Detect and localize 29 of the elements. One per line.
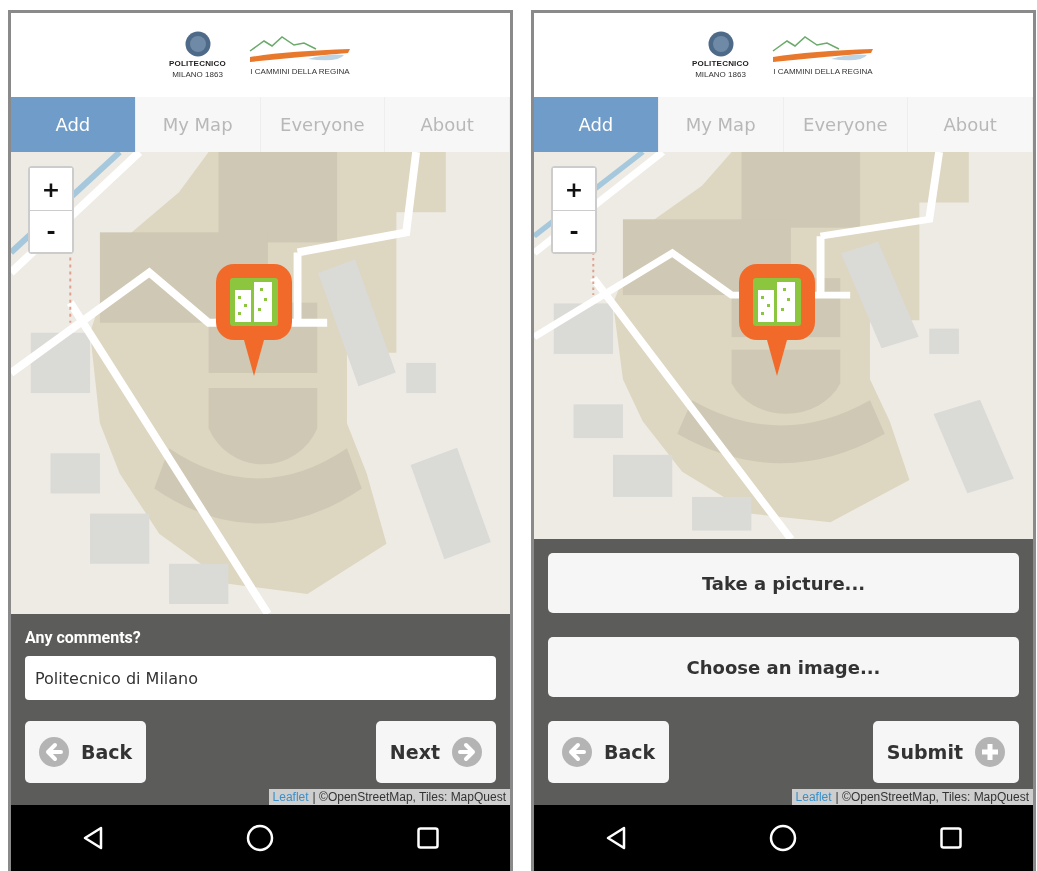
logo-subtitle: MILANO 1863 — [695, 70, 746, 79]
take-picture-button[interactable]: Take a picture... — [548, 553, 1019, 613]
recent-apps-icon[interactable] — [416, 827, 439, 849]
next-button[interactable]: Next — [375, 721, 496, 783]
logo-text: I CAMMINI DELLA REGINA — [773, 66, 873, 76]
attribution-text: | ©OpenStreetMap, Tiles: MapQuest — [835, 790, 1029, 804]
mountain-logo-icon — [247, 34, 352, 65]
home-icon[interactable] — [246, 824, 275, 852]
logo-text: POLITECNICO — [692, 59, 749, 68]
logo-text: POLITECNICO — [169, 59, 226, 68]
attribution-text: | ©OpenStreetMap, Tiles: MapQuest — [312, 790, 506, 804]
choose-image-button[interactable]: Choose an image... — [548, 637, 1019, 697]
comment-field[interactable]: Politecnico di Milano — [25, 656, 496, 700]
logo-text: I CAMMINI DELLA REGINA — [250, 66, 350, 76]
back-icon[interactable] — [82, 826, 105, 850]
submit-button[interactable]: Submit — [872, 721, 1019, 783]
back-button[interactable]: Back — [548, 721, 670, 783]
home-icon[interactable] — [769, 824, 798, 852]
seal-icon — [707, 31, 734, 57]
recent-apps-icon[interactable] — [939, 827, 962, 849]
field-label: Any comments? — [25, 628, 142, 647]
seal-icon — [184, 31, 211, 57]
back-icon[interactable] — [605, 826, 628, 850]
zoom-out-button[interactable]: - — [553, 210, 595, 252]
plus-icon — [975, 737, 1005, 767]
logo-subtitle: MILANO 1863 — [172, 70, 223, 79]
mountain-logo-icon — [770, 34, 875, 65]
zoom-out-button[interactable]: - — [30, 210, 72, 252]
back-button[interactable]: Back — [25, 721, 147, 783]
